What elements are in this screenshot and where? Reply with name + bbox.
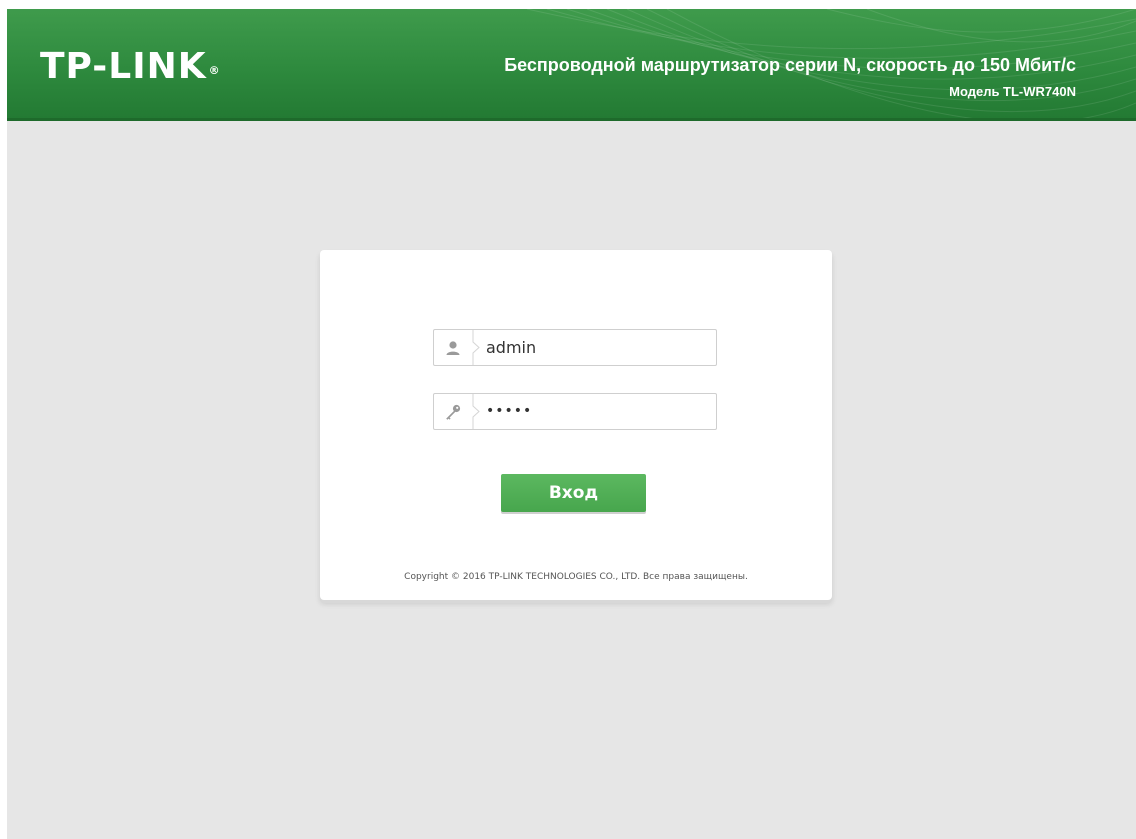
key-icon: [434, 394, 472, 429]
password-field[interactable]: [433, 393, 717, 430]
password-input[interactable]: [486, 394, 710, 429]
field-separator-chevron: [472, 394, 480, 429]
tp-link-logo: TP-LINK ®: [40, 47, 221, 87]
header-bar: TP-LINK ® Беспроводной маршрутизатор сери…: [7, 9, 1136, 121]
model-label: Модель TL-WR740N: [949, 84, 1076, 99]
product-title: Беспроводной маршрутизатор серии N, скор…: [504, 55, 1076, 75]
copyright-text: Copyright © 2016 TP-LINK TECHNOLOGIES CO…: [404, 572, 748, 582]
page-viewport: TP-LINK ® Беспроводной маршрутизатор сери…: [7, 9, 1136, 839]
logo-registered-mark: ®: [208, 64, 221, 77]
login-panel: Вход Copyright © 2016 TP-LINK TECHNOLOGI…: [320, 250, 832, 600]
username-input[interactable]: [486, 330, 710, 365]
login-button[interactable]: Вход: [501, 474, 646, 512]
user-icon: [434, 330, 472, 365]
logo-text: TP-LINK: [40, 46, 207, 87]
field-separator-chevron: [472, 330, 480, 365]
username-field[interactable]: [433, 329, 717, 366]
